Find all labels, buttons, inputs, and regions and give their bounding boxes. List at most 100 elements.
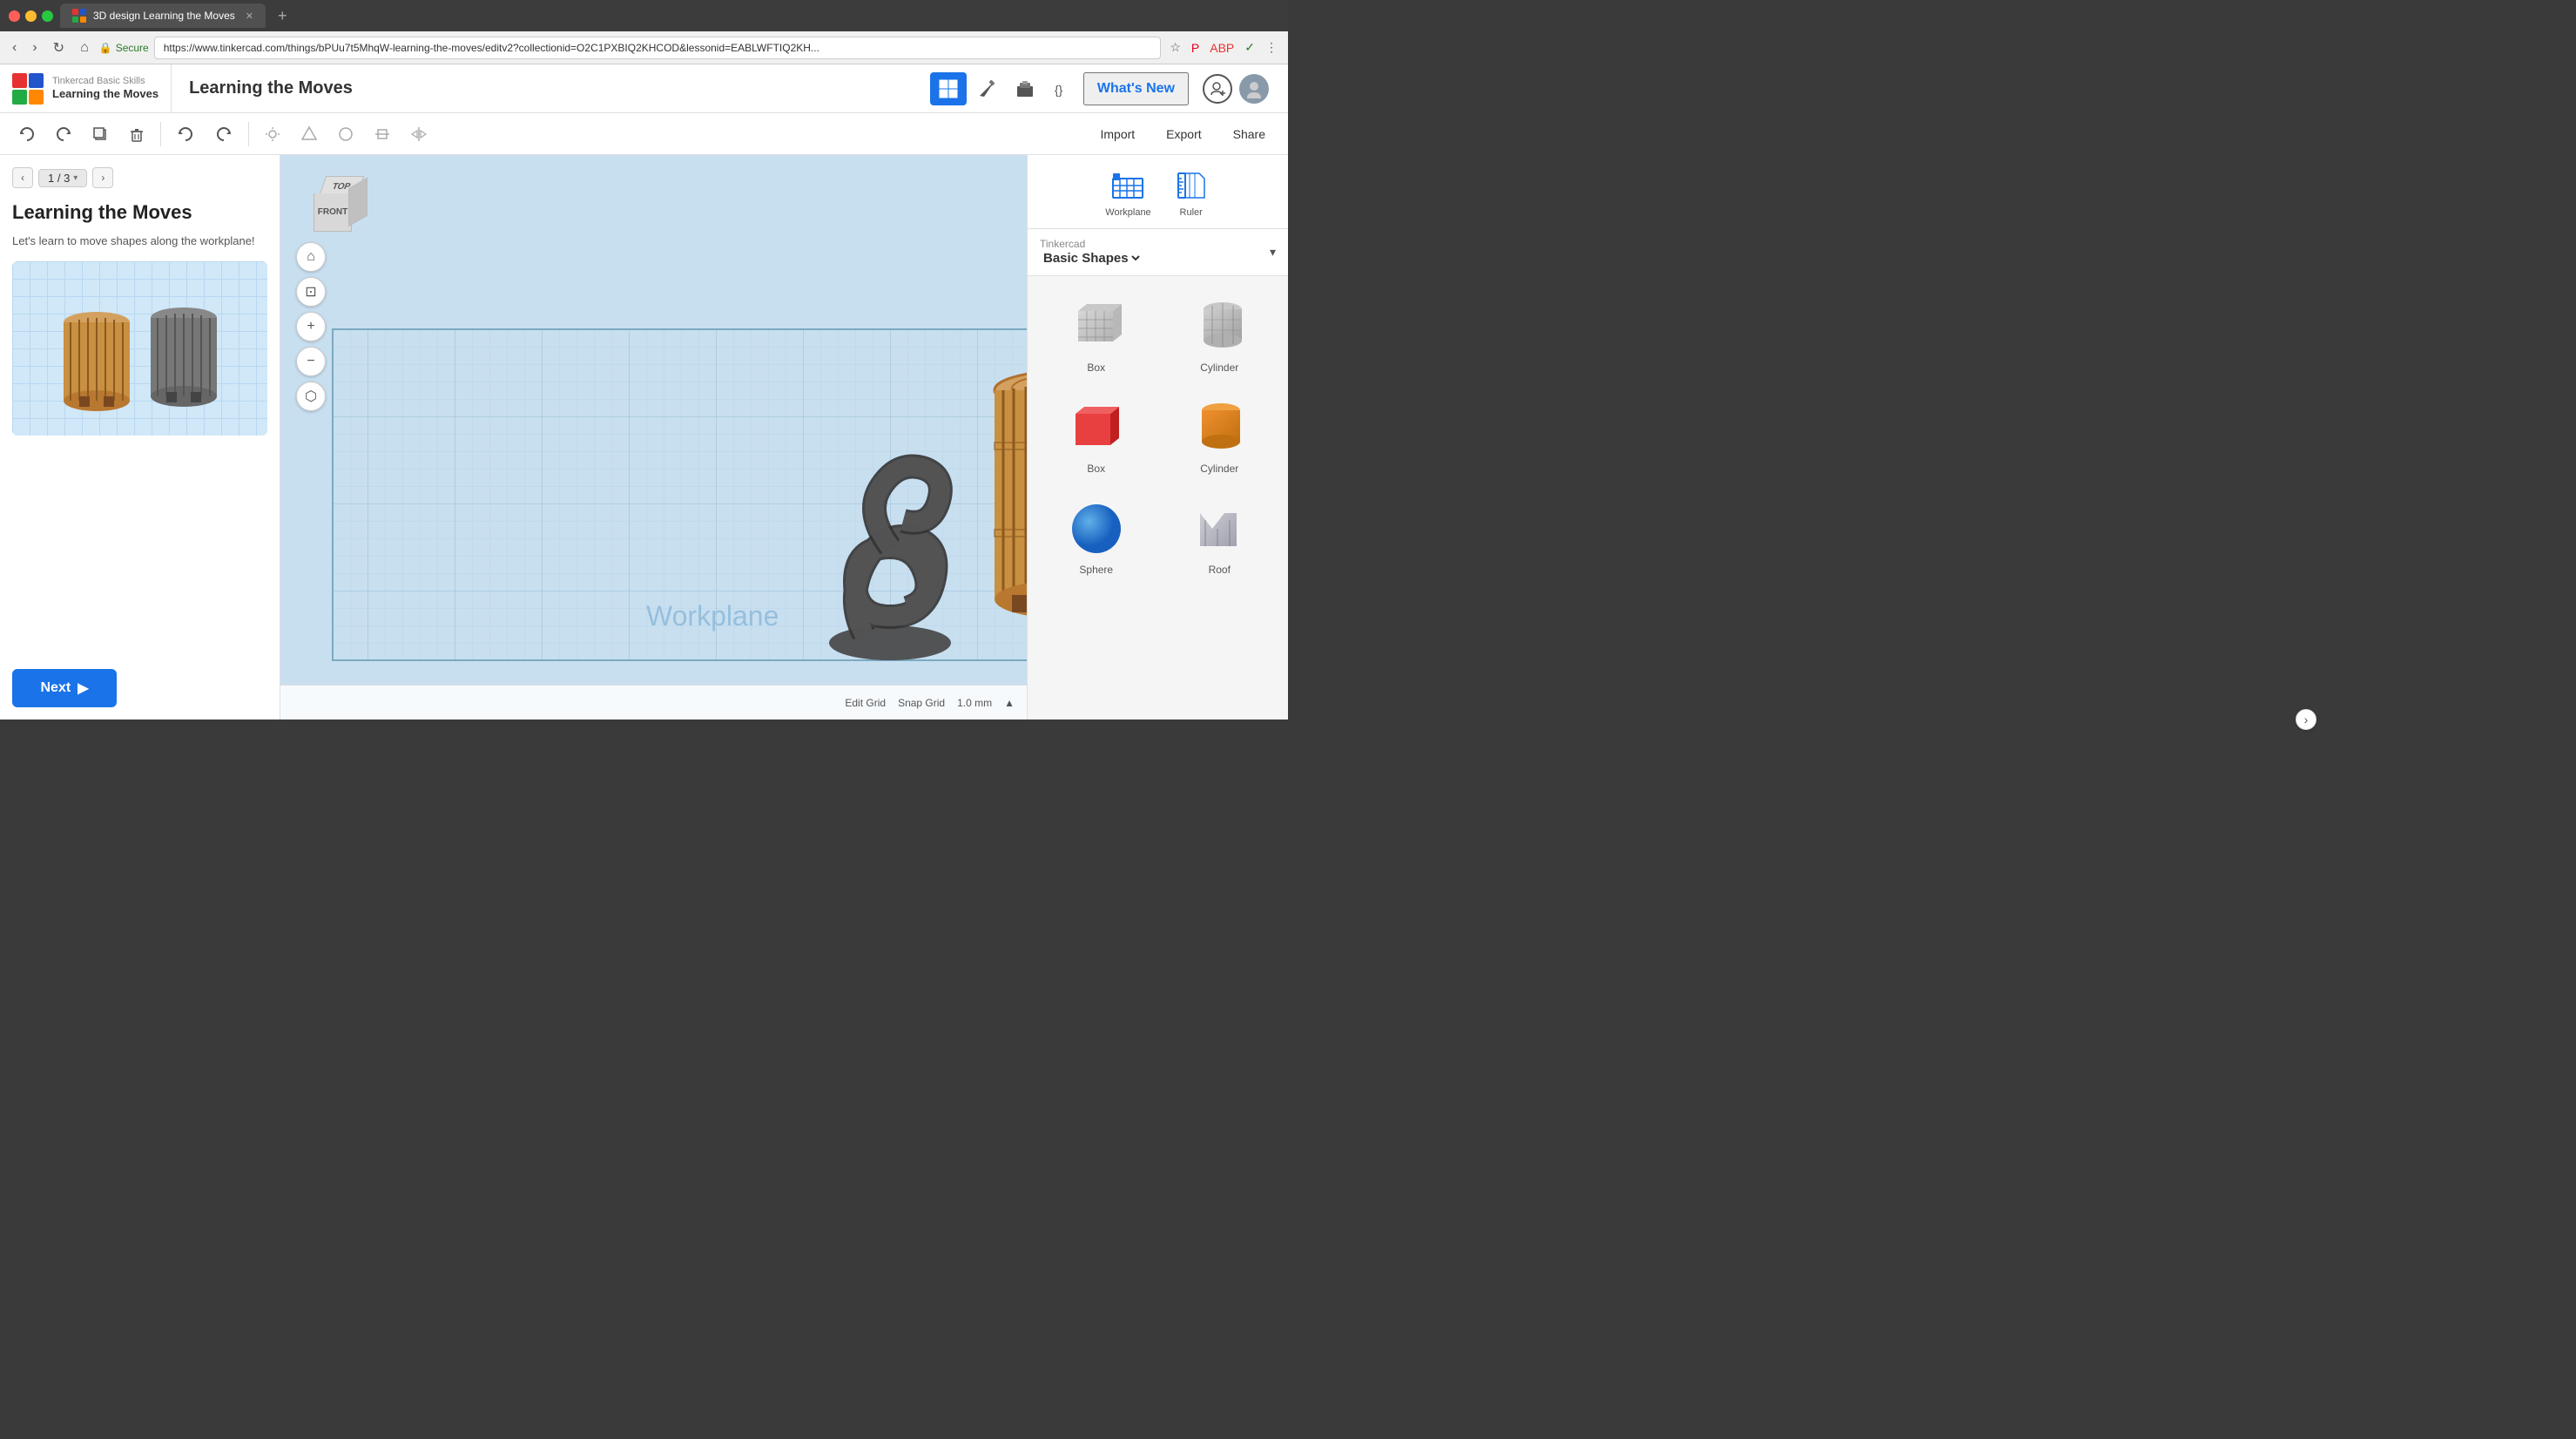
browser-chrome: 3D design Learning the Moves ✕ + [0, 0, 1288, 31]
bookmark-icon[interactable]: ☆ [1166, 38, 1184, 57]
logo-cell-blue [29, 73, 44, 88]
snap-grid-increase[interactable]: ▲ [1004, 697, 1015, 709]
toolbar-separator-1 [160, 122, 161, 146]
toolbar-separator-2 [248, 122, 249, 146]
minimize-button[interactable] [25, 10, 37, 22]
url-bar[interactable] [154, 37, 1162, 59]
shapes-dropdown-icon[interactable]: ▾ [1270, 245, 1276, 260]
mirror-icon [410, 125, 428, 143]
circle-button[interactable] [329, 119, 362, 149]
align-button[interactable] [366, 119, 399, 149]
shape-roof[interactable]: Roof [1162, 489, 1278, 583]
export-button[interactable]: Export [1154, 122, 1213, 146]
nav-bar: ‹ › ↻ ⌂ 🔒 Secure ☆ P ABP ✓ ⋮ [0, 31, 1288, 64]
shape-button[interactable] [293, 119, 326, 149]
close-button[interactable] [9, 10, 20, 22]
zoom-in-button[interactable]: + [296, 312, 326, 341]
lock-icon: 🔒 [99, 42, 112, 54]
ruler-icon [1172, 166, 1210, 204]
ruler-tool[interactable]: Ruler [1172, 166, 1210, 218]
pinterest-icon[interactable]: P [1188, 39, 1203, 57]
rotate-cw-button[interactable] [10, 119, 44, 149]
circle-icon [337, 125, 354, 143]
reload-button[interactable]: ↻ [48, 36, 70, 60]
traffic-lights [9, 10, 53, 22]
perspective-button[interactable]: ⬡ [296, 382, 326, 411]
shape-cylinder-wireframe[interactable]: Cylinder [1162, 287, 1278, 381]
secure-label: Secure [116, 42, 149, 54]
lesson-counter[interactable]: 1 / 3 ▾ [38, 169, 87, 187]
viewport-grid-svg: Workplane [280, 155, 1027, 720]
light-icon [264, 125, 281, 143]
more-icon[interactable]: ⋮ [1262, 38, 1281, 57]
rotate-ccw-icon [55, 125, 72, 143]
cylinder-wireframe-icon [1188, 294, 1251, 356]
redo-button[interactable] [206, 118, 241, 150]
main-layout: ‹ 1 / 3 ▾ › Learning the Moves Let's lea… [0, 155, 1288, 720]
viewport-area[interactable]: Workplane [280, 155, 1027, 720]
edit-grid-label[interactable]: Edit Grid [845, 697, 886, 709]
tinkercad-logo [12, 73, 44, 105]
right-panel: Workplane [1027, 155, 1288, 720]
undo-button[interactable] [168, 118, 203, 150]
shape-sphere-solid[interactable]: Sphere [1038, 489, 1155, 583]
gallery-button[interactable] [1007, 72, 1043, 105]
collapse-panel-button[interactable]: › [2296, 709, 2316, 730]
shape-cylinder-wireframe-label: Cylinder [1200, 361, 1238, 374]
adblock-icon[interactable]: ABP [1206, 39, 1237, 57]
delete-button[interactable] [120, 119, 153, 149]
lesson-next-button[interactable]: › [92, 167, 113, 188]
align-icon [374, 125, 391, 143]
box-solid-icon [1065, 395, 1128, 457]
shapes-brand: Tinkercad [1040, 238, 1143, 250]
zoom-out-button[interactable]: − [296, 347, 326, 376]
lesson-nav: ‹ 1 / 3 ▾ › [12, 167, 267, 188]
new-tab-button[interactable]: + [273, 7, 293, 25]
import-button[interactable]: Import [1088, 122, 1147, 146]
logo-area: Tinkercad Basic Skills Learning the Move… [0, 64, 172, 112]
next-button[interactable]: Next ▶ [12, 669, 117, 707]
home-view-button[interactable]: ⌂ [296, 242, 326, 272]
back-button[interactable]: ‹ [7, 37, 22, 59]
code-button[interactable]: {} [1045, 72, 1082, 105]
shapes-header: Tinkercad Basic Shapes ▾ [1028, 229, 1288, 276]
extension-icon[interactable]: ✓ [1241, 38, 1258, 57]
right-panel-tools: Workplane [1028, 155, 1288, 229]
lesson-prev-button[interactable]: ‹ [12, 167, 33, 188]
light-button[interactable] [256, 119, 289, 149]
workplane-tool[interactable]: Workplane [1105, 166, 1150, 218]
share-button[interactable]: Share [1221, 122, 1278, 146]
lesson-description: Let's learn to move shapes along the wor… [12, 233, 267, 250]
shapes-grid: Box [1028, 276, 1288, 593]
redo-icon [214, 125, 233, 144]
tab-close-icon[interactable]: ✕ [246, 10, 253, 22]
app-header: Tinkercad Basic Skills Learning the Move… [0, 64, 1288, 113]
grid-icon [939, 79, 958, 98]
workplane-tool-label: Workplane [1105, 207, 1150, 218]
shape-box-solid[interactable]: Box [1038, 388, 1155, 482]
counter-dropdown-icon: ▾ [73, 173, 78, 183]
preview-svg [36, 270, 245, 427]
rotate-ccw-button[interactable] [47, 119, 80, 149]
tab-favicon [72, 9, 86, 23]
code-icon: {} [1054, 79, 1073, 98]
whats-new-button[interactable]: What's New [1083, 72, 1189, 105]
fit-view-button[interactable]: ⊡ [296, 277, 326, 307]
shapes-category-select[interactable]: Basic Shapes [1040, 250, 1143, 267]
maximize-button[interactable] [42, 10, 53, 22]
browser-tab[interactable]: 3D design Learning the Moves ✕ [60, 3, 266, 28]
add-user-button[interactable] [1203, 74, 1232, 104]
toolbar: Import Export Share [0, 113, 1288, 155]
logo-cell-green [12, 90, 27, 105]
learn-button[interactable] [968, 72, 1005, 105]
forward-button[interactable]: › [27, 37, 42, 59]
trash-icon [128, 125, 145, 143]
home-button[interactable]: ⌂ [75, 37, 94, 59]
view-cube[interactable]: TOP FRONT [307, 167, 376, 237]
grid-view-button[interactable] [930, 72, 967, 105]
mirror-button[interactable] [402, 119, 435, 149]
shape-box-wireframe[interactable]: Box [1038, 287, 1155, 381]
duplicate-button[interactable] [84, 119, 117, 149]
logo-cell-orange [29, 90, 44, 105]
shape-cylinder-solid[interactable]: Cylinder [1162, 388, 1278, 482]
